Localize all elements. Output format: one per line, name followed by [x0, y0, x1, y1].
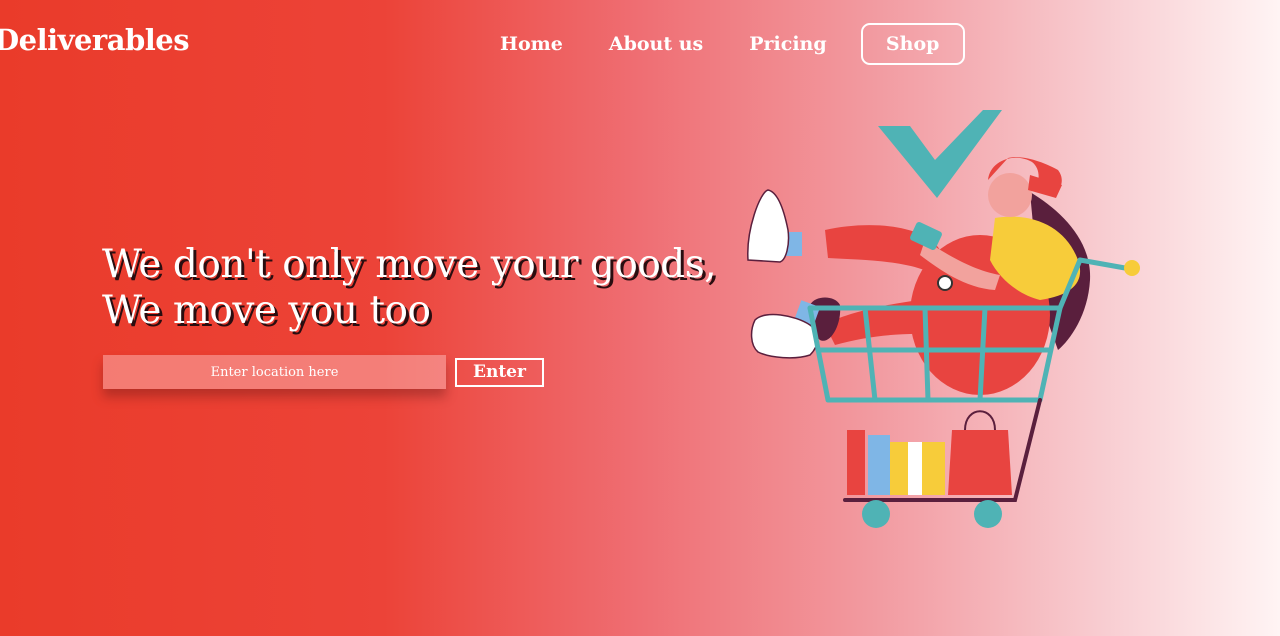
main-nav: Home About us Pricing Shop — [500, 21, 965, 67]
location-input[interactable] — [103, 355, 446, 389]
bag-handle — [964, 410, 996, 431]
headline-line-1: We don't only move your goods, — [102, 242, 717, 287]
hero-headline: We don't only move your goods, We move y… — [102, 242, 717, 334]
location-search: Enter — [103, 355, 544, 389]
cart-wheel-left — [862, 500, 890, 528]
nav-about-link[interactable]: About us — [609, 33, 703, 55]
enter-button[interactable]: Enter — [455, 357, 544, 387]
gift-box-stripe — [908, 442, 922, 495]
shopping-bag-blue — [868, 435, 890, 495]
shopping-cart-girl-illustration — [747, 110, 1140, 528]
cart-wheel-right — [974, 500, 1002, 528]
nav-pricing-link[interactable]: Pricing — [749, 33, 826, 55]
headline-line-2: We move you too — [102, 288, 431, 333]
watch — [937, 275, 953, 291]
checkmark-icon — [878, 110, 1002, 198]
nav-home-link[interactable]: Home — [500, 33, 563, 55]
shoe-front — [747, 189, 790, 263]
shop-button[interactable]: Shop — [860, 23, 965, 65]
cart-handle-knob — [1124, 260, 1140, 276]
brand-logo[interactable]: Deliverables — [0, 23, 190, 57]
head — [988, 173, 1032, 217]
shopping-bag-red-tall — [847, 430, 865, 495]
shopping-bag-red — [948, 430, 1012, 495]
